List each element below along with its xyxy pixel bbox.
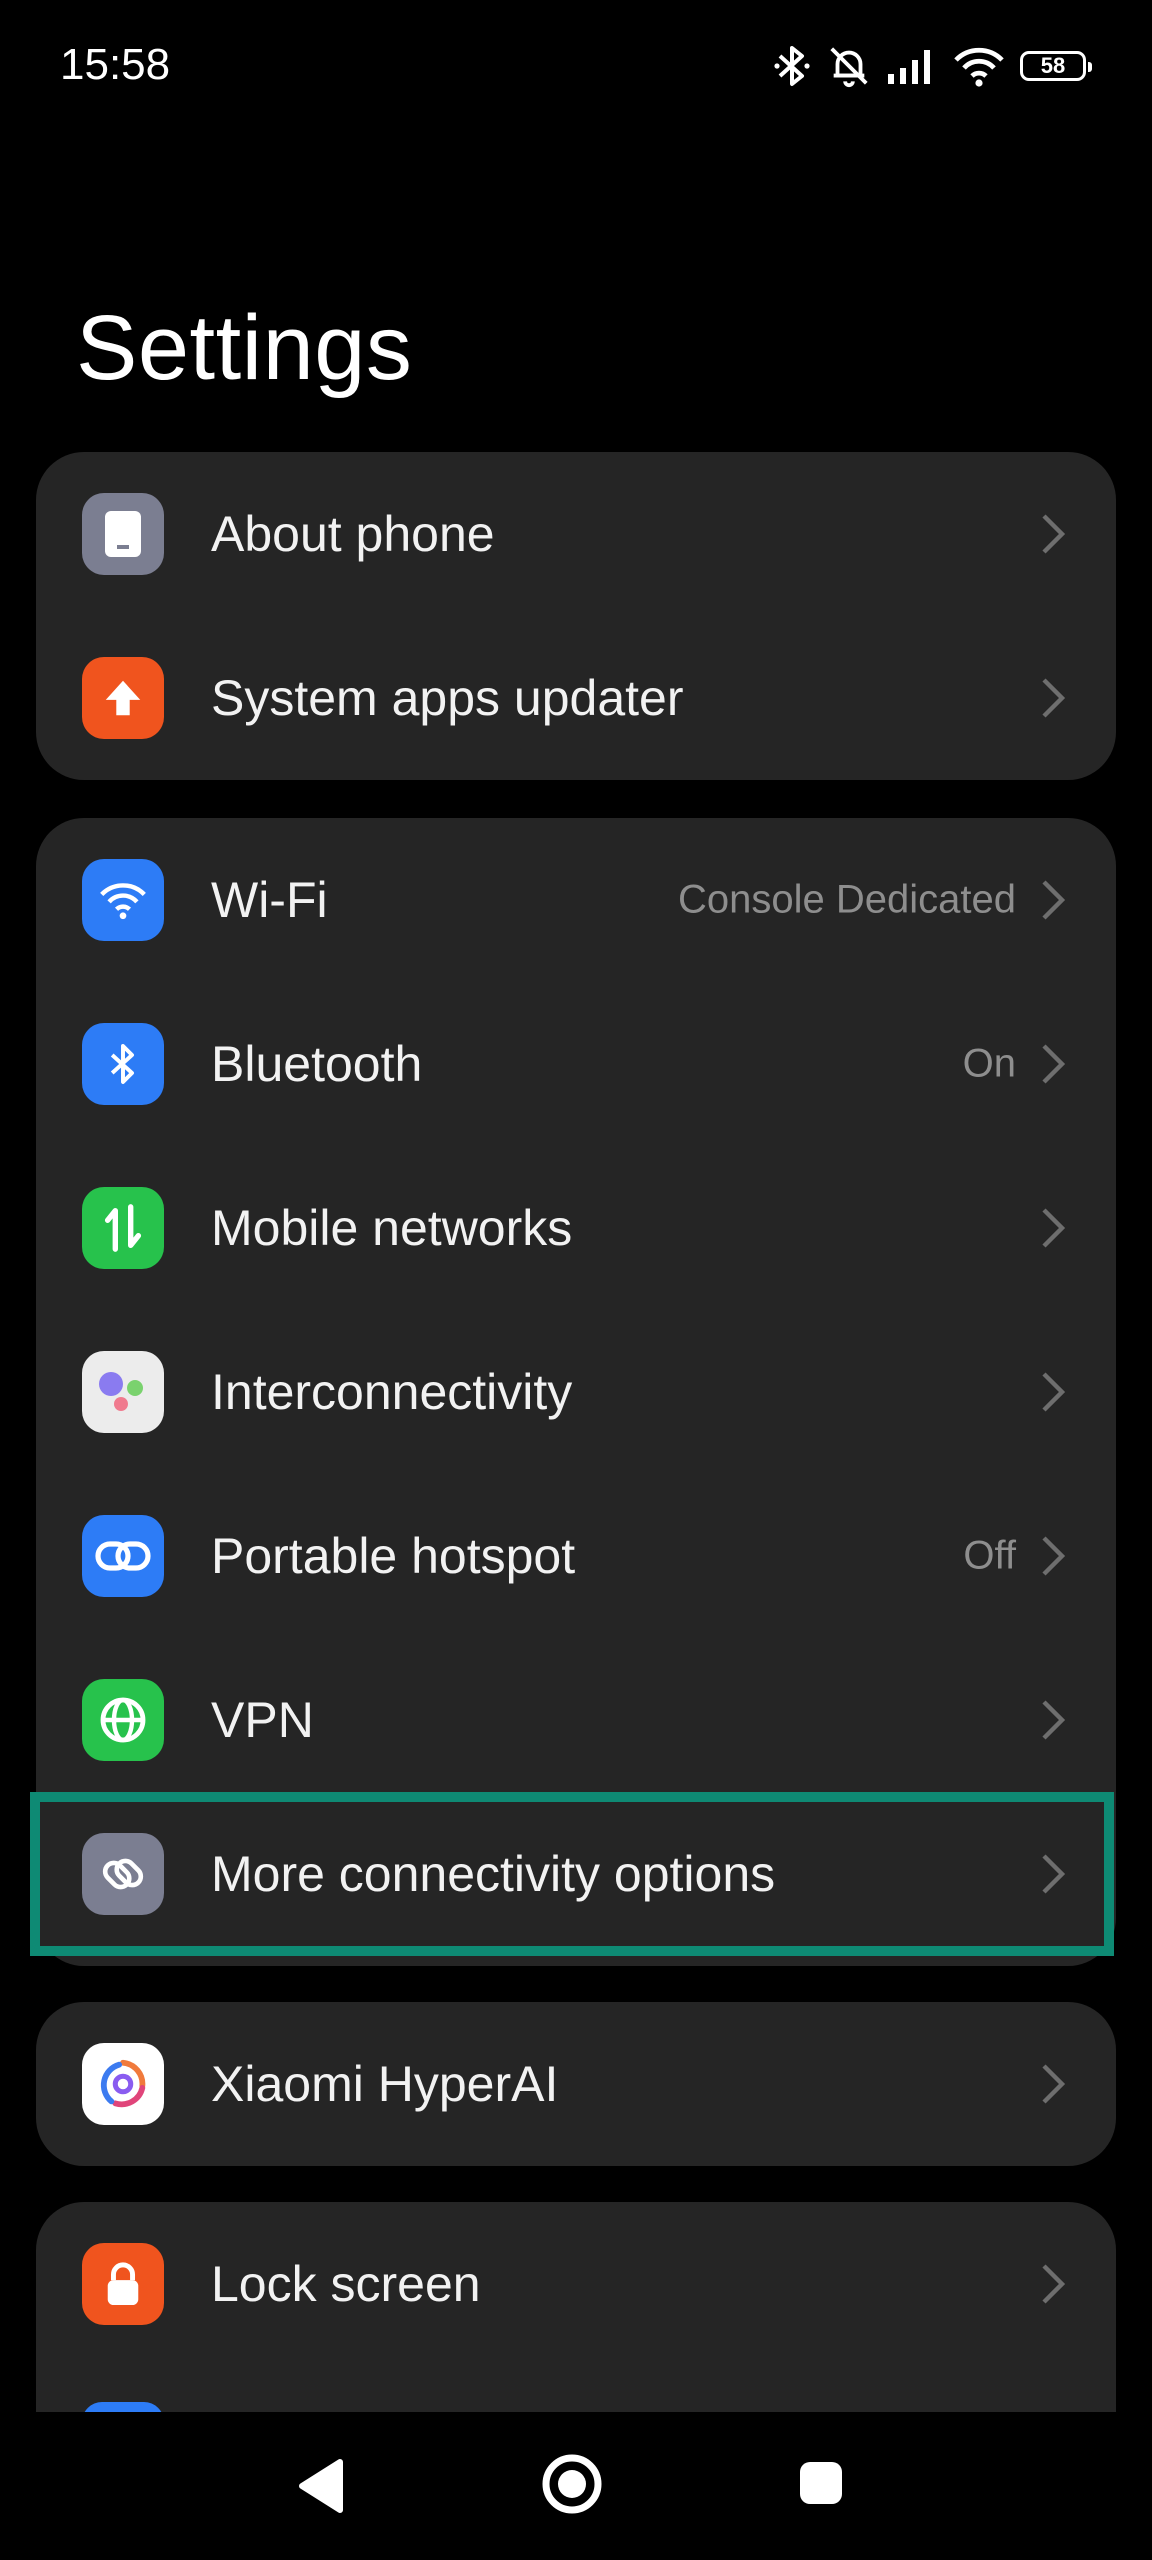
bluetooth-icon <box>772 42 812 90</box>
muted-bell-icon <box>826 43 872 89</box>
status-icons: 58 <box>772 38 1092 94</box>
phone-icon <box>82 493 164 575</box>
link-icon <box>82 1515 164 1597</box>
chevron-right-icon <box>1042 1536 1066 1576</box>
upload-arrow-icon <box>82 657 164 739</box>
chevron-right-icon <box>1042 1044 1066 1084</box>
chevron-right-icon <box>1042 514 1066 554</box>
chevron-right-icon <box>1042 1854 1066 1894</box>
settings-item-more-connectivity-options[interactable]: More connectivity options <box>36 1792 1116 1956</box>
settings-item-value: Off <box>963 1533 1016 1578</box>
settings-item-bluetooth[interactable]: Bluetooth On <box>36 982 1116 1146</box>
chevron-right-icon <box>1042 1208 1066 1248</box>
settings-item-label: System apps updater <box>211 670 684 726</box>
bluetooth-icon <box>82 1023 164 1105</box>
settings-item-label: About phone <box>211 506 495 562</box>
lock-icon <box>82 2243 164 2325</box>
settings-item-label: Interconnectivity <box>211 1364 573 1420</box>
globe-icon <box>82 1679 164 1761</box>
settings-item-interconnectivity[interactable]: Interconnectivity <box>36 1310 1116 1474</box>
settings-item-about-phone[interactable]: About phone <box>36 452 1116 616</box>
settings-item-system-apps-updater[interactable]: System apps updater <box>36 616 1116 780</box>
signal-icon <box>886 46 938 86</box>
settings-item-label: Bluetooth <box>211 1036 423 1092</box>
hyperai-swirl-icon <box>82 2043 164 2125</box>
settings-item-label: Portable hotspot <box>211 1528 576 1584</box>
settings-item-wifi[interactable]: Wi-Fi Console Dedicated <box>36 818 1116 982</box>
mobile-data-icon <box>82 1187 164 1269</box>
settings-item-mobile-networks[interactable]: Mobile networks <box>36 1146 1116 1310</box>
chevron-right-icon <box>1042 1700 1066 1740</box>
status-time: 15:58 <box>60 40 171 89</box>
settings-item-label: VPN <box>211 1692 314 1748</box>
next-item-icon-partial <box>82 2402 164 2412</box>
settings-item-portable-hotspot[interactable]: Portable hotspot Off <box>36 1474 1116 1638</box>
settings-item-label: Lock screen <box>211 2256 481 2312</box>
interconnect-dots-icon <box>82 1351 164 1433</box>
settings-item-value: Console Dedicated <box>678 877 1016 922</box>
wifi-icon <box>82 859 164 941</box>
chevron-right-icon <box>1042 2064 1066 2104</box>
highlighted-item-frame: More connectivity options <box>30 1792 1114 1956</box>
chevron-right-icon <box>1042 2264 1066 2304</box>
back-icon[interactable] <box>296 2456 346 2521</box>
wifi-icon <box>952 44 1006 88</box>
settings-item-label: Wi-Fi <box>211 872 328 928</box>
chevron-right-icon <box>1042 880 1066 920</box>
home-icon[interactable] <box>540 2452 604 2521</box>
settings-group-ai: Xiaomi HyperAI <box>36 2002 1116 2166</box>
status-bar: 15:58 58 <box>0 0 1152 130</box>
chevron-right-icon <box>1042 1372 1066 1412</box>
settings-item-vpn[interactable]: VPN <box>36 1638 1116 1802</box>
page-title: Settings <box>76 297 413 399</box>
settings-group-personalization: Lock screen <box>36 2202 1116 2412</box>
chevron-right-icon <box>1042 678 1066 718</box>
recents-icon[interactable] <box>798 2460 844 2511</box>
settings-item-lock-screen[interactable]: Lock screen <box>36 2202 1116 2366</box>
navigation-bar <box>0 2412 1152 2560</box>
settings-item-label: More connectivity options <box>211 1846 776 1902</box>
connectivity-link-icon <box>82 1833 164 1915</box>
settings-group-device: About phone System apps updater <box>36 452 1116 780</box>
battery-icon: 58 <box>1020 51 1092 81</box>
settings-item-label: Xiaomi HyperAI <box>211 2056 559 2112</box>
settings-item-value: On <box>962 1041 1016 1086</box>
settings-item-xiaomi-hyperai[interactable]: Xiaomi HyperAI <box>36 2002 1116 2166</box>
settings-item-label: Mobile networks <box>211 1200 573 1256</box>
